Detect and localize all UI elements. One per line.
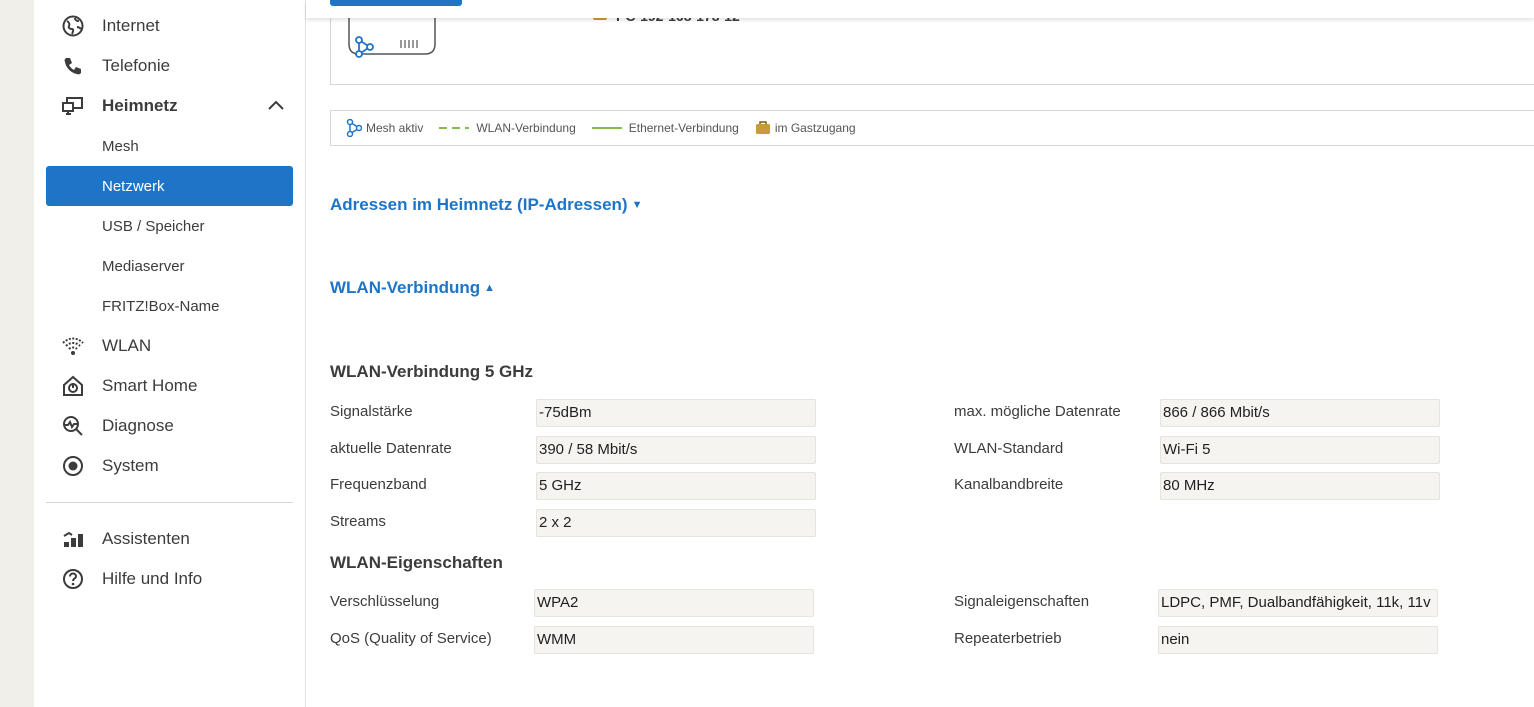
sidebar-item-heimnetz[interactable]: Heimnetz: [46, 86, 293, 126]
encryption-value: WPA2: [534, 589, 814, 617]
sidebar-item-hilfe-und-info[interactable]: Hilfe und Info: [46, 559, 293, 599]
mesh-icon: [346, 119, 362, 137]
sidebar-item-label: Internet: [102, 16, 160, 35]
system-icon: [62, 455, 84, 477]
encryption-label: Verschlüsselung: [330, 593, 440, 610]
sidebar-item-diagnose[interactable]: Diagnose: [46, 406, 293, 446]
signal-strength-value: -75dBm: [536, 399, 816, 427]
assistant-icon: [62, 528, 84, 550]
streams-label: Streams: [330, 513, 386, 530]
sidebar-item-label: Heimnetz: [102, 96, 178, 115]
sidebar-item-label: System: [102, 456, 159, 475]
sidebar-item-label: Diagnose: [102, 416, 174, 435]
wlan5-title: WLAN-Verbindung 5 GHz: [330, 362, 534, 381]
diagnose-icon: [62, 415, 84, 437]
sidebar-item-label: Netzwerk: [102, 177, 165, 195]
sidebar-item-assistenten[interactable]: Assistenten: [46, 519, 293, 559]
legend-wlan: WLAN-Verbindung: [439, 121, 576, 135]
wlan-standard-value: Wi-Fi 5: [1160, 436, 1440, 464]
sidebar-item-system[interactable]: System: [46, 446, 293, 486]
ip-addresses-label: Adressen im Heimnetz (IP-Adressen): [330, 195, 628, 214]
repeater-mode-label: Repeaterbetrieb: [954, 630, 1062, 647]
legend-guest-label: im Gastzugang: [774, 121, 856, 135]
max-datarate-label: max. mögliche Datenrate: [954, 403, 1121, 420]
top-bar: [306, 0, 1534, 18]
sidebar-item-smart-home[interactable]: Smart Home: [46, 366, 293, 406]
triangle-up-icon: ▲: [484, 282, 496, 294]
sidebar-item-internet[interactable]: Internet: [46, 6, 293, 46]
signal-strength-label: Signalstärke: [330, 403, 413, 420]
max-datarate-value: 866 / 866 Mbit/s: [1160, 399, 1440, 427]
wlan-connection-toggle[interactable]: WLAN-Verbindung ▲: [330, 278, 495, 298]
wlan-connection-label: WLAN-Verbindung: [330, 278, 481, 297]
legend-mesh: Mesh aktiv: [346, 119, 423, 137]
ethernet-line-icon: [591, 127, 622, 129]
signal-properties-value: LDPC, PMF, Dualbandfähigkeit, 11k, 11v: [1158, 589, 1438, 617]
repeater-mode-value: nein: [1158, 626, 1438, 654]
sidebar-divider: [46, 502, 293, 503]
smart-home-icon: [62, 375, 84, 397]
sidebar-item-label: FRITZ!Box-Name: [102, 297, 220, 315]
legend-guest: im Gastzugang: [755, 121, 856, 135]
sidebar-item-label: Smart Home: [102, 376, 198, 395]
sidebar-item-label: WLAN: [102, 336, 152, 355]
sidebar-item-label: Mediaserver: [102, 257, 185, 275]
streams-value: 2 x 2: [536, 509, 816, 537]
qos-value: WMM: [534, 626, 814, 654]
current-datarate-label: aktuelle Datenrate: [330, 440, 452, 457]
frequency-band-value: 5 GHz: [536, 472, 816, 500]
wlan-line-icon: [439, 127, 470, 129]
sidebar-item-label: Telefonie: [102, 56, 171, 75]
wifi-icon: [62, 335, 84, 357]
current-datarate-value: 390 / 58 Mbit/s: [536, 436, 816, 464]
globe-icon: [62, 15, 84, 37]
sidebar-item-label: Assistenten: [102, 529, 190, 548]
qos-label: QoS (Quality of Service): [330, 630, 492, 647]
main-content: PC-192-168-178-12 Mesh aktiv WLAN-Verbin…: [306, 0, 1534, 707]
mesh-legend: Mesh aktiv WLAN-Verbindung Ethernet-Verb…: [330, 110, 1534, 146]
sidebar: Internet Telefonie Heimnetz Mesh Netzwer…: [34, 0, 306, 707]
legend-wlan-label: WLAN-Verbindung: [476, 121, 576, 135]
channel-bandwidth-value: 80 MHz: [1160, 472, 1440, 500]
legend-ethernet: Ethernet-Verbindung: [591, 121, 739, 135]
ip-addresses-toggle[interactable]: Adressen im Heimnetz (IP-Adressen) ▼: [330, 195, 642, 215]
sidebar-item-netzwerk[interactable]: Netzwerk: [46, 166, 293, 206]
sidebar-item-label: USB / Speicher: [102, 217, 205, 235]
background-strip: [0, 0, 34, 707]
sidebar-item-mediaserver[interactable]: Mediaserver: [46, 246, 293, 286]
wlan-properties-title: WLAN-Eigenschaften: [330, 553, 503, 572]
sidebar-item-telefonie[interactable]: Telefonie: [46, 46, 293, 86]
legend-mesh-label: Mesh aktiv: [366, 121, 424, 135]
triangle-down-icon: ▼: [631, 199, 643, 211]
sidebar-item-label: Hilfe und Info: [102, 569, 203, 588]
sidebar-item-usb-speicher[interactable]: USB / Speicher: [46, 206, 293, 246]
sidebar-item-mesh[interactable]: Mesh: [46, 126, 293, 166]
phone-icon: [62, 55, 84, 77]
help-icon: [62, 568, 84, 590]
network-icon: [62, 95, 84, 117]
channel-bandwidth-label: Kanalbandbreite: [954, 476, 1064, 493]
wlan-standard-label: WLAN-Standard: [954, 440, 1064, 457]
suitcase-icon: [755, 121, 770, 134]
frequency-band-label: Frequenzband: [330, 476, 427, 493]
sidebar-item-fritzbox-name[interactable]: FRITZ!Box-Name: [46, 286, 293, 326]
chevron-up-icon[interactable]: [267, 97, 285, 115]
legend-ethernet-label: Ethernet-Verbindung: [628, 121, 739, 135]
sidebar-item-label: Mesh: [102, 137, 139, 155]
top-action-button[interactable]: [330, 0, 462, 6]
sidebar-item-wlan[interactable]: WLAN: [46, 326, 293, 366]
signal-properties-label: Signaleigenschaften: [954, 593, 1090, 610]
